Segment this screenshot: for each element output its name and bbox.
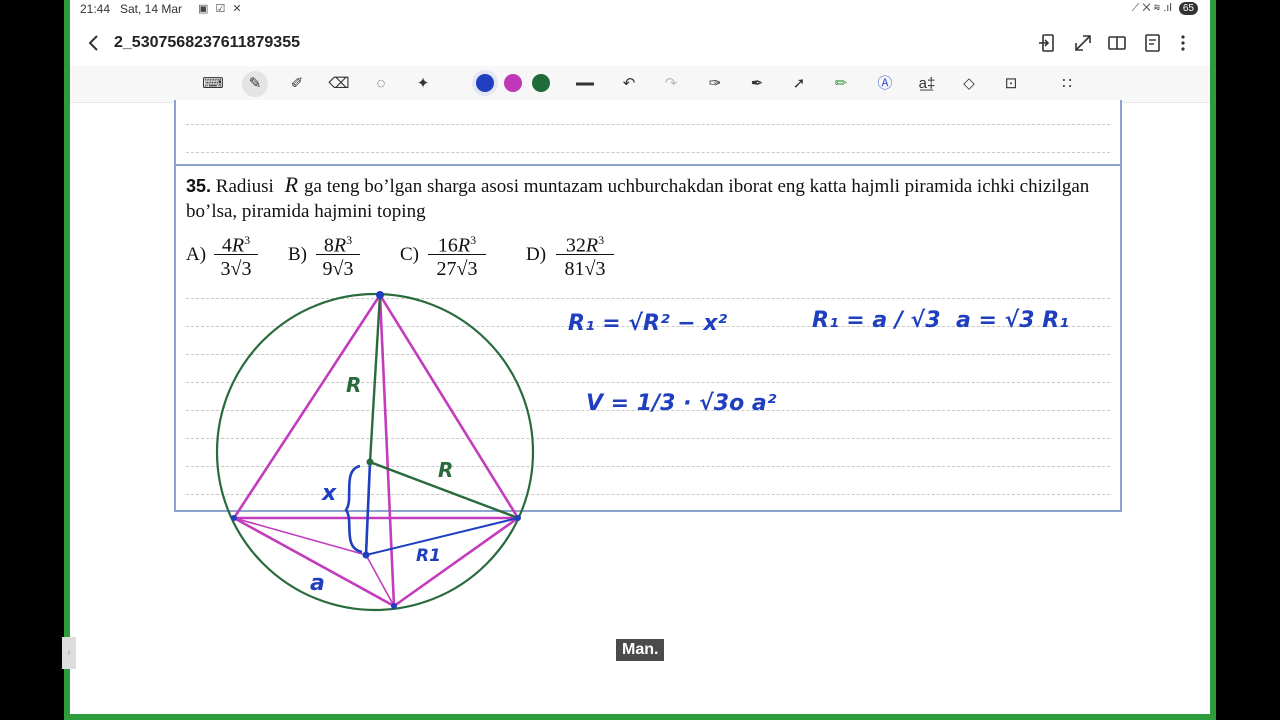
label-x: x — [321, 481, 337, 506]
subtitle-caption: Man. — [616, 639, 665, 661]
formula-r1-a: R₁ = a / √3 — [812, 308, 941, 333]
label-r1: R1 — [416, 546, 441, 566]
pyramid-edges — [232, 294, 520, 608]
base-vertex — [515, 515, 521, 521]
apex-point — [376, 291, 384, 299]
side-panel-handle[interactable]: › — [62, 637, 76, 669]
zoom-watermark: zoom — [1098, 650, 1191, 688]
sphere-circle — [215, 292, 535, 612]
formula-r1-sqrt: R₁ = √R² − x² — [568, 311, 728, 336]
formula-volume: V = 1/3 · √3o a² — [586, 391, 777, 416]
label-r-right: R — [438, 458, 453, 482]
label-r-left: R — [346, 373, 361, 397]
tablet-screen: 21:44 Sat, 14 Mar ▣ ☑ ✕ ⟋ ✕ ≋ .ıl 65 2_5… — [70, 0, 1210, 714]
base-vertex — [231, 515, 237, 521]
base-center-point — [362, 551, 370, 559]
formula-a: a = √3 R₁ — [956, 308, 1069, 333]
handwriting-layer[interactable]: R R x R1 a R₁ = √R² − x² R₁ = a / √3 a =… — [70, 0, 1210, 714]
base-vertex — [391, 603, 397, 609]
center-point — [366, 458, 374, 466]
label-a: a — [310, 571, 325, 596]
